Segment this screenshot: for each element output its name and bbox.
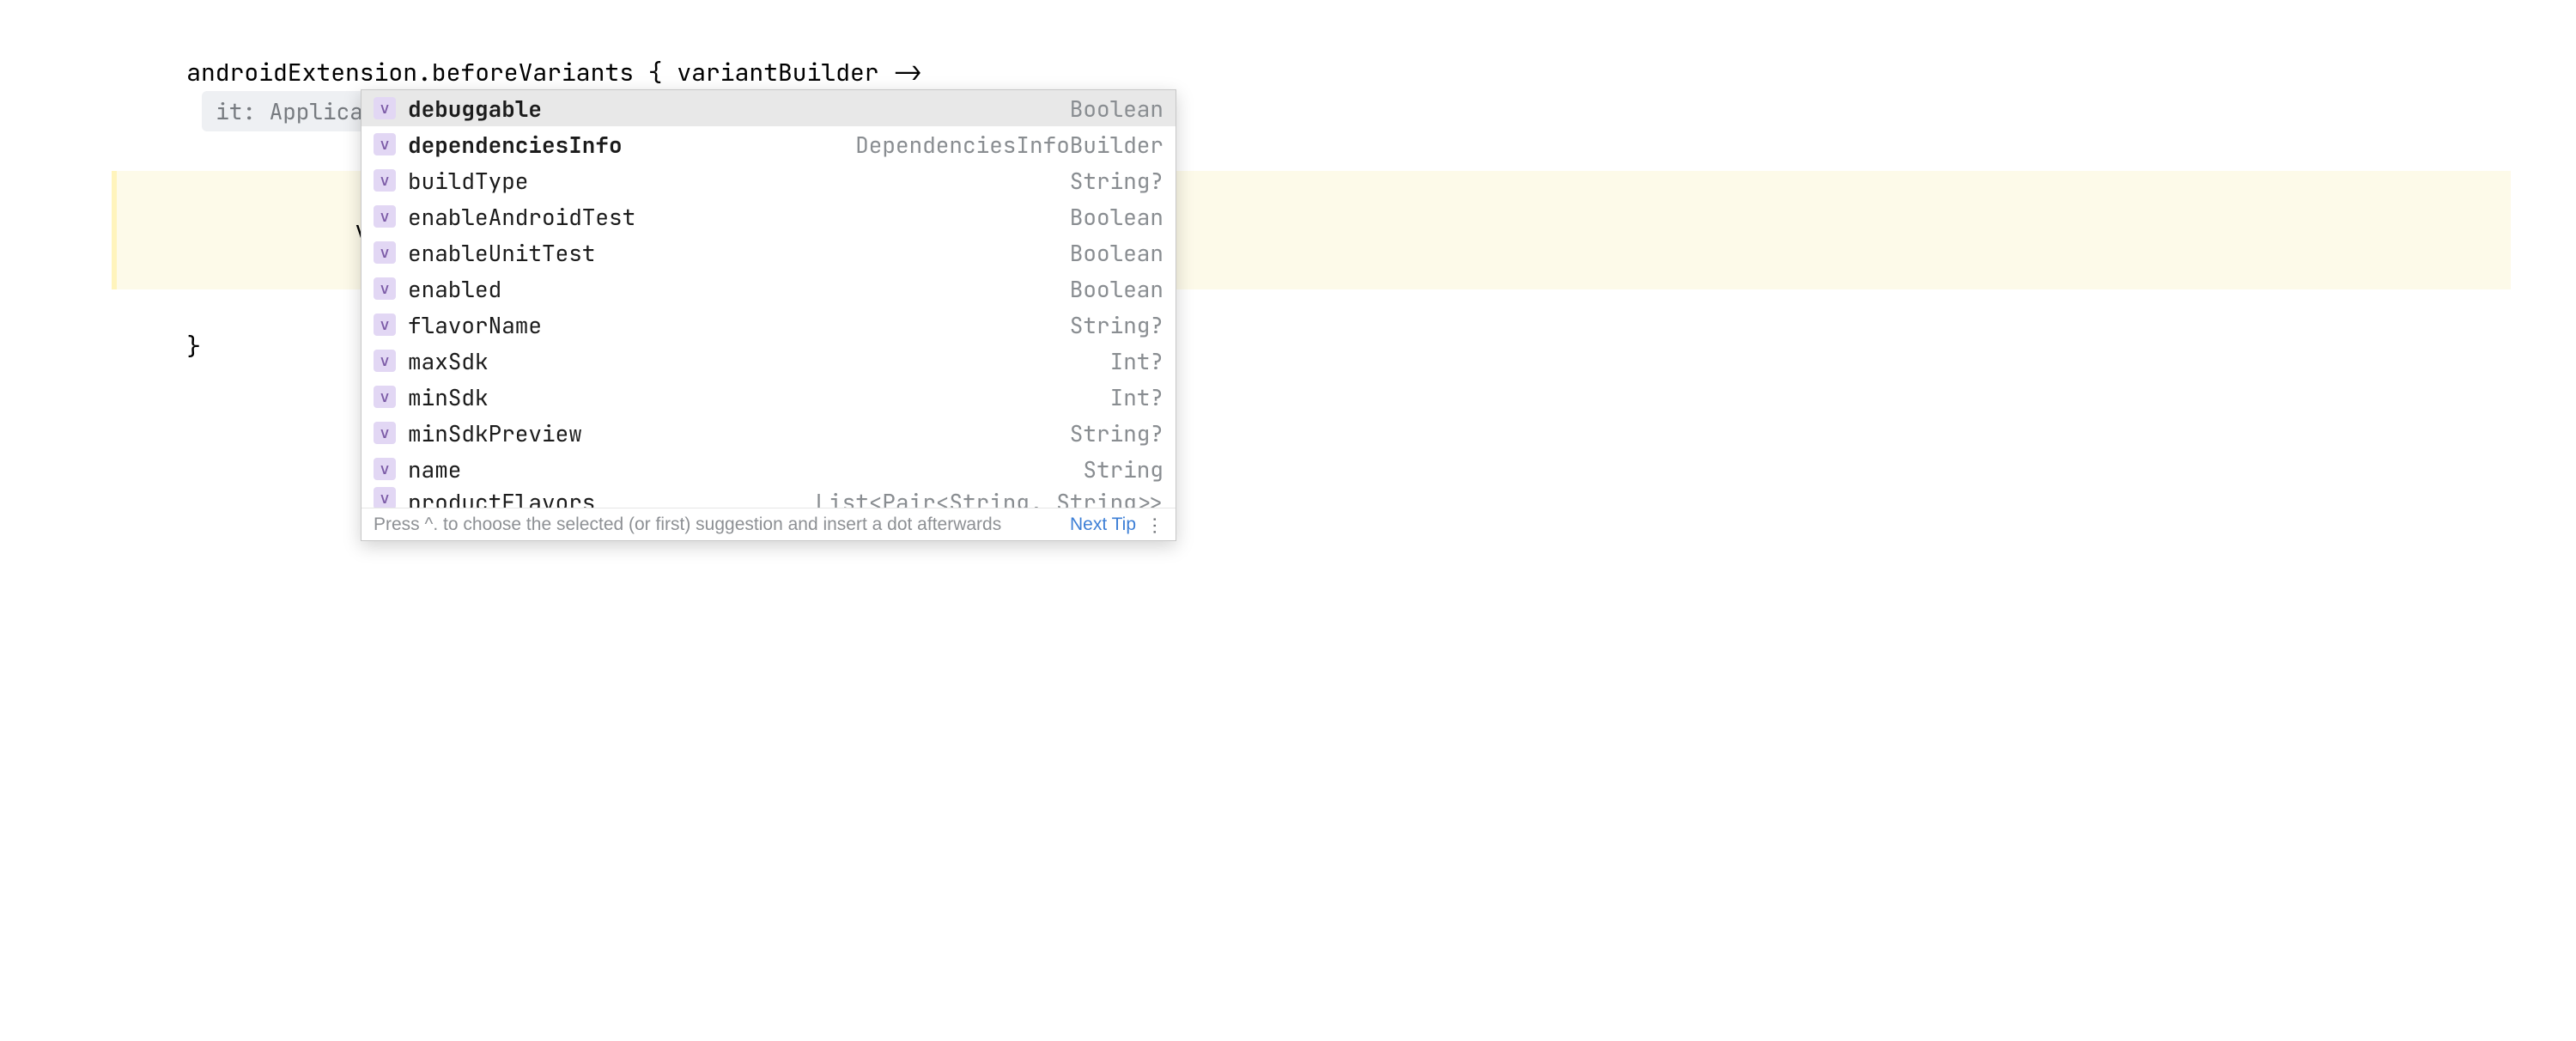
completion-type: Boolean bbox=[1070, 202, 1163, 232]
completion-name: maxSdk bbox=[408, 346, 1102, 376]
next-tip-link[interactable]: Next Tip bbox=[1070, 514, 1136, 535]
code-editor[interactable]: androidExtension.beforeVariants { varian… bbox=[0, 0, 2576, 403]
variable-icon: v bbox=[374, 422, 396, 444]
autocomplete-item-enableUnitTest[interactable]: v enableUnitTest Boolean bbox=[361, 234, 1176, 271]
autocomplete-item-dependenciesInfo[interactable]: v dependenciesInfo DependenciesInfoBuilder bbox=[361, 126, 1176, 162]
autocomplete-popup[interactable]: v debuggable Boolean v dependenciesInfo Depen… bbox=[361, 89, 1176, 541]
code-text: androidExtension.beforeVariants { varian… bbox=[186, 57, 922, 88]
completion-name: productFlavors bbox=[408, 487, 806, 508]
completion-name: flavorName bbox=[408, 310, 1061, 340]
autocomplete-item-flavorName[interactable]: v flavorName String? bbox=[361, 307, 1176, 343]
autocomplete-item-enableAndroidTest[interactable]: v enableAndroidTest Boolean bbox=[361, 198, 1176, 234]
variable-icon: v bbox=[374, 487, 396, 508]
variable-icon: v bbox=[374, 133, 396, 155]
completion-type: String? bbox=[1070, 166, 1163, 196]
completion-type: List<Pair<String, String>> bbox=[815, 487, 1163, 508]
variable-icon: v bbox=[374, 205, 396, 228]
variable-icon: v bbox=[374, 277, 396, 300]
autocomplete-item-debuggable[interactable]: v debuggable Boolean bbox=[361, 90, 1176, 126]
autocomplete-item-buildType[interactable]: v buildType String? bbox=[361, 162, 1176, 198]
completion-name: name bbox=[408, 454, 1074, 484]
completion-type: Boolean bbox=[1070, 94, 1163, 124]
completion-name: buildType bbox=[408, 166, 1061, 196]
completion-type: Boolean bbox=[1070, 238, 1163, 268]
variable-icon: v bbox=[374, 458, 396, 480]
completion-type: String? bbox=[1070, 310, 1163, 340]
completion-type: Int? bbox=[1110, 346, 1163, 376]
completion-type: String? bbox=[1070, 418, 1163, 448]
variable-icon: v bbox=[374, 386, 396, 408]
autocomplete-item-name[interactable]: vname String bbox=[361, 451, 1176, 487]
autocomplete-item-minSdkPreview[interactable]: v minSdkPreview String? bbox=[361, 415, 1176, 451]
kebab-menu-icon[interactable]: ⋯ bbox=[1144, 516, 1166, 533]
completion-name: debuggable bbox=[408, 94, 1061, 124]
variable-icon: v bbox=[374, 169, 396, 192]
completion-type: Int? bbox=[1110, 382, 1163, 412]
completion-name: enabled bbox=[408, 274, 1061, 304]
completion-name: minSdk bbox=[408, 382, 1102, 412]
variable-icon: v bbox=[374, 350, 396, 372]
completion-type: DependenciesInfoBuilder bbox=[855, 130, 1163, 160]
autocomplete-item-productFlavors[interactable]: v productFlavors List<Pair<String, String>… bbox=[361, 487, 1176, 508]
completion-name: minSdkPreview bbox=[408, 418, 1061, 448]
completion-type: String bbox=[1083, 454, 1163, 484]
autocomplete-item-enabled[interactable]: v enabled Boolean bbox=[361, 271, 1176, 307]
autocomplete-item-minSdk[interactable]: vminSdk Int? bbox=[361, 379, 1176, 415]
footer-hint-text: Press ^. to choose the selected (or firs… bbox=[374, 514, 1060, 535]
completion-name: enableUnitTest bbox=[408, 238, 1061, 268]
code-text: } bbox=[186, 331, 201, 362]
variable-icon: v bbox=[374, 314, 396, 336]
variable-icon: v bbox=[374, 241, 396, 264]
completion-type: Boolean bbox=[1070, 274, 1163, 304]
completion-name: dependenciesInfo bbox=[408, 130, 847, 160]
autocomplete-item-maxSdk[interactable]: vmaxSdk Int? bbox=[361, 343, 1176, 379]
variable-icon: v bbox=[374, 97, 396, 119]
autocomplete-list[interactable]: v debuggable Boolean v dependenciesInfo Depen… bbox=[361, 90, 1176, 508]
completion-name: enableAndroidTest bbox=[408, 202, 1061, 232]
autocomplete-footer: Press ^. to choose the selected (or firs… bbox=[361, 508, 1176, 540]
